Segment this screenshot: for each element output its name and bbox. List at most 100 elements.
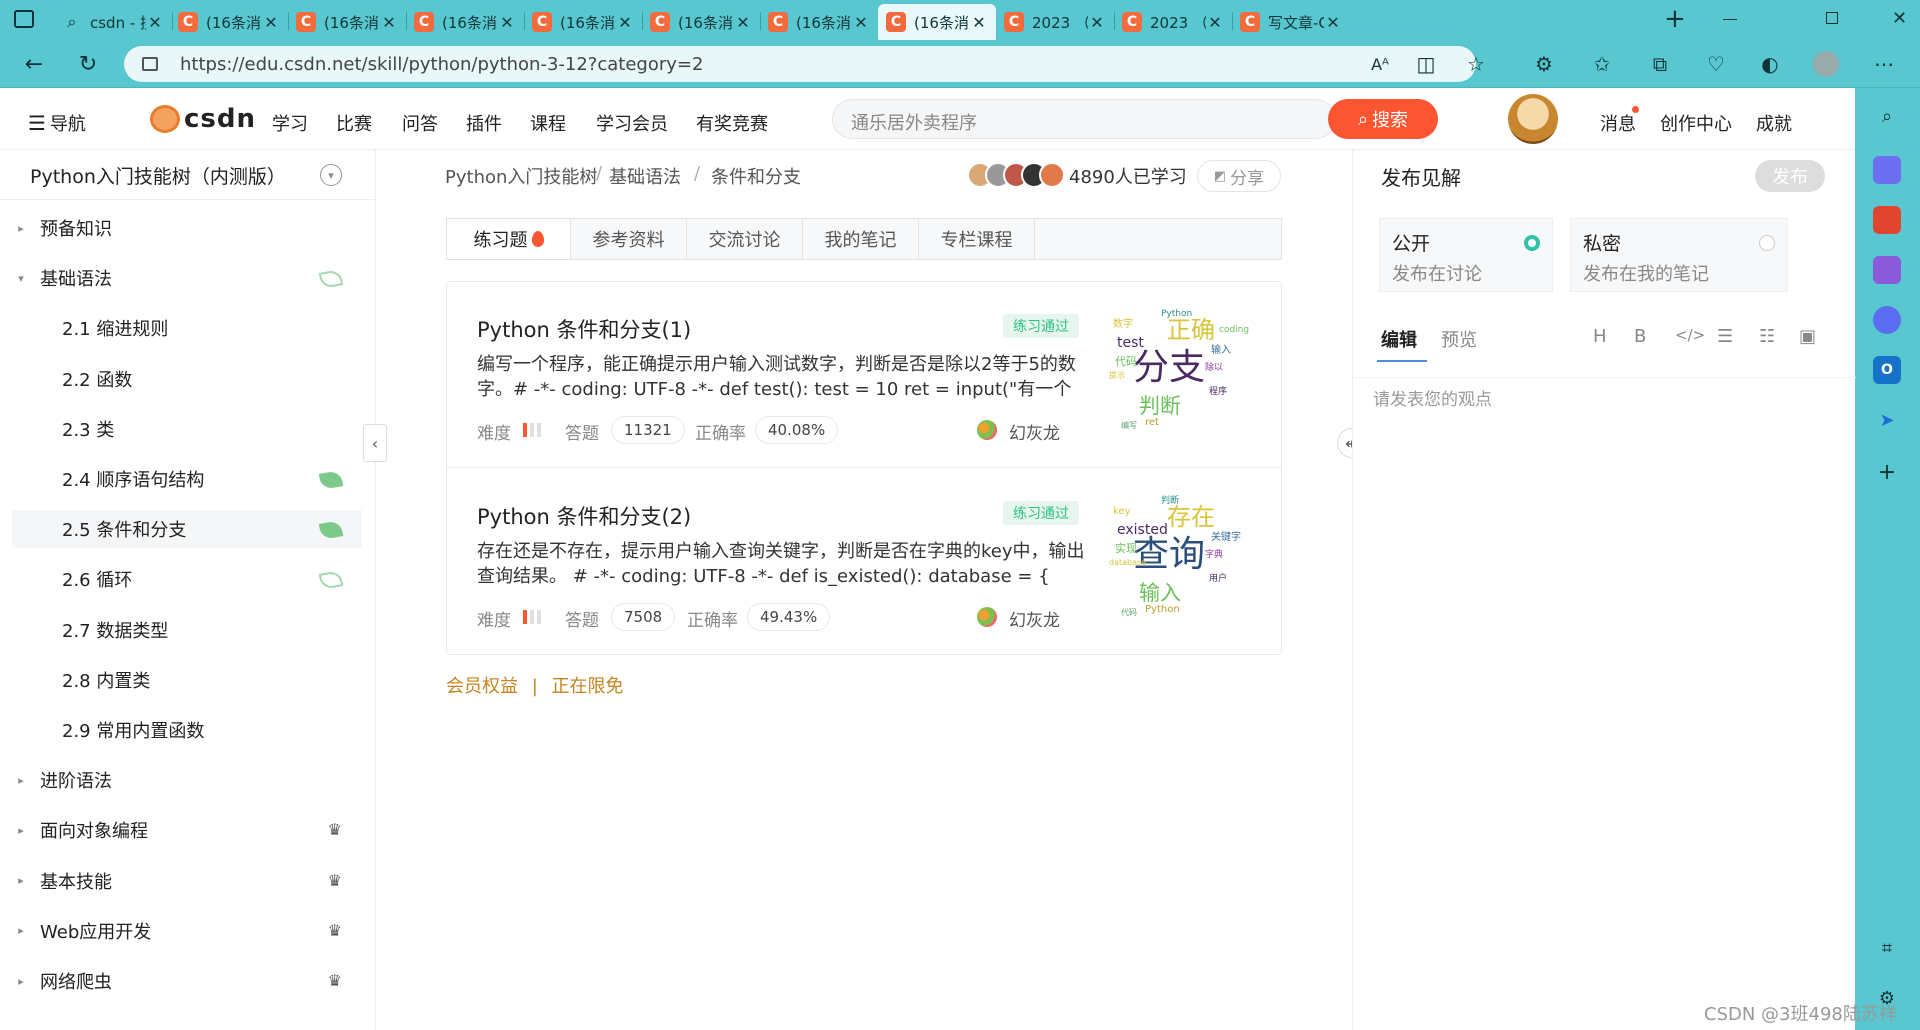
author-name[interactable]: 幻灰龙 bbox=[1009, 606, 1060, 631]
visibility-option[interactable]: 公开 发布在讨论 bbox=[1379, 218, 1553, 292]
refresh-button[interactable]: ↻ bbox=[70, 46, 106, 82]
browser-tab[interactable]: C 2023 （看✕ bbox=[1114, 4, 1232, 40]
close-icon[interactable]: ✕ bbox=[262, 13, 280, 32]
favorite-star-icon[interactable]: ☆ bbox=[1458, 46, 1494, 82]
browser-tab[interactable]: C (16条消息✕ bbox=[524, 4, 642, 40]
user-link[interactable]: 创作中心 bbox=[1660, 110, 1732, 136]
profile-avatar[interactable] bbox=[1808, 46, 1844, 82]
tree-item[interactable]: ▾ 基础语法 bbox=[12, 259, 362, 297]
browser-tab[interactable]: C (16条消息✕ bbox=[760, 4, 878, 40]
tab-4[interactable]: 专栏课程 bbox=[919, 219, 1035, 259]
browser-tab[interactable]: C (16条消息✕ bbox=[170, 4, 288, 40]
split-screen-icon[interactable]: ◫ bbox=[1408, 46, 1444, 82]
search-icon[interactable]: ⌕ bbox=[1873, 102, 1901, 130]
tree-item[interactable]: 2.8 内置类 bbox=[12, 661, 362, 699]
toolbox-icon[interactable] bbox=[1873, 206, 1901, 234]
tab-actions-icon[interactable] bbox=[14, 10, 34, 28]
chevron-down-icon[interactable]: ▾ bbox=[12, 272, 30, 285]
search-input[interactable]: 通乐居外卖程序 bbox=[832, 99, 1336, 139]
send-icon[interactable]: ➤ bbox=[1873, 406, 1901, 434]
nav-item[interactable]: 插件 bbox=[466, 110, 502, 136]
back-button[interactable]: ← bbox=[16, 46, 52, 82]
chevron-right-icon[interactable]: ▸ bbox=[12, 774, 30, 787]
user-link[interactable]: 消息 bbox=[1600, 110, 1636, 136]
close-window-button[interactable]: ✕ bbox=[1892, 8, 1907, 29]
tree-item[interactable]: ▸ 面向对象编程 ♛ bbox=[12, 811, 362, 849]
outlook-icon[interactable]: O bbox=[1873, 356, 1901, 384]
chevron-down-icon[interactable]: ▾ bbox=[320, 164, 342, 186]
share-button[interactable]: ◩ 分享 bbox=[1197, 160, 1281, 192]
nav-item[interactable]: 有奖竞赛 bbox=[696, 110, 768, 136]
user-avatar[interactable] bbox=[1508, 94, 1558, 144]
visibility-option[interactable]: 私密 发布在我的笔记 bbox=[1570, 218, 1788, 292]
tab-1[interactable]: 参考资料 bbox=[571, 219, 687, 259]
browser-tab[interactable]: ⌕ csdn - 搜✕ bbox=[54, 4, 172, 40]
close-icon[interactable]: ✕ bbox=[146, 13, 164, 32]
read-aloud-icon[interactable]: Aᴬ bbox=[1362, 46, 1398, 82]
browser-tab[interactable]: C (16条消息✕ bbox=[878, 4, 996, 40]
nav-item[interactable]: 比赛 bbox=[336, 110, 372, 136]
address-bar[interactable]: https://edu.csdn.net/skill/python/python… bbox=[124, 46, 1476, 82]
tree-item[interactable]: ▸ 基本技能 ♛ bbox=[12, 862, 362, 900]
nav-item[interactable]: 问答 bbox=[402, 110, 438, 136]
tree-item[interactable]: 2.5 条件和分支 bbox=[12, 510, 362, 549]
breadcrumb-item[interactable]: 基础语法 bbox=[609, 163, 681, 189]
exercise-card[interactable]: Python 条件和分支(2) 练习通过 存在还是不存在，提示用户输入查询关键字，判… bbox=[447, 469, 1281, 655]
browser-tab[interactable]: C (16条消息✕ bbox=[406, 4, 524, 40]
close-icon[interactable]: ✕ bbox=[1324, 13, 1342, 32]
code-icon[interactable]: </> bbox=[1675, 326, 1705, 344]
radio-button[interactable] bbox=[1524, 235, 1540, 251]
close-icon[interactable]: ✕ bbox=[380, 13, 398, 32]
image-icon[interactable]: ▣ bbox=[1799, 326, 1816, 347]
collapse-left-button[interactable]: ‹ bbox=[363, 424, 387, 462]
author-name[interactable]: 幻灰龙 bbox=[1009, 419, 1060, 444]
edge-icon[interactable]: ◐ bbox=[1752, 46, 1788, 82]
user-link[interactable]: 成就 bbox=[1756, 110, 1792, 136]
radio-button[interactable] bbox=[1759, 235, 1775, 251]
tree-item[interactable]: 2.1 缩进规则 bbox=[12, 309, 362, 347]
close-icon[interactable]: ✕ bbox=[734, 13, 752, 32]
tab-0[interactable]: 练习题 bbox=[447, 219, 571, 259]
tree-item[interactable]: 2.9 常用内置函数 bbox=[12, 711, 362, 749]
browser-tab[interactable]: C (16条消息✕ bbox=[642, 4, 760, 40]
tag-icon[interactable] bbox=[1873, 156, 1901, 184]
tree-item[interactable]: 2.3 类 bbox=[12, 410, 362, 448]
restore-button[interactable] bbox=[1826, 12, 1838, 24]
copilot-icon[interactable] bbox=[1873, 306, 1901, 334]
nav-item[interactable]: 学习 bbox=[272, 110, 308, 136]
tree-item[interactable]: ▸ 预备知识 bbox=[12, 209, 362, 247]
performance-icon[interactable]: ♡ bbox=[1698, 46, 1734, 82]
chevron-right-icon[interactable]: ▸ bbox=[12, 824, 30, 837]
heading-icon[interactable]: H bbox=[1593, 326, 1607, 347]
breadcrumb-item[interactable]: Python入门技能树 bbox=[445, 163, 597, 189]
minimize-button[interactable] bbox=[1723, 19, 1737, 20]
tree-item[interactable]: 2.4 顺序语句结构 bbox=[12, 460, 362, 498]
screenshot-icon[interactable]: ⌗ bbox=[1873, 934, 1901, 962]
card-title[interactable]: Python 条件和分支(2) bbox=[477, 501, 691, 531]
nav-item[interactable]: 学习会员 bbox=[596, 110, 668, 136]
tree-item[interactable]: 2.6 循环 bbox=[12, 560, 362, 598]
close-icon[interactable]: ✕ bbox=[970, 13, 988, 32]
tree-item[interactable]: ▸ 网络爬虫 ♛ bbox=[12, 962, 362, 1000]
publish-button[interactable]: 发布 bbox=[1755, 160, 1825, 192]
chess-icon[interactable] bbox=[1873, 256, 1901, 284]
tab-edit[interactable]: 编辑 bbox=[1381, 326, 1417, 352]
browser-tab[interactable]: C (16条消息✕ bbox=[288, 4, 406, 40]
chevron-right-icon[interactable]: ▸ bbox=[12, 975, 30, 988]
tree-item[interactable]: 2.7 数据类型 bbox=[12, 611, 362, 649]
promo-right[interactable]: 正在限免 bbox=[552, 676, 624, 697]
comment-placeholder[interactable]: 请发表您的观点 bbox=[1373, 385, 1492, 410]
tree-item[interactable]: 2.2 函数 bbox=[12, 360, 362, 398]
collections-icon[interactable]: ⧉ bbox=[1642, 46, 1678, 82]
card-title[interactable]: Python 条件和分支(1) bbox=[477, 314, 691, 344]
close-icon[interactable]: ✕ bbox=[852, 13, 870, 32]
search-button[interactable]: ⌕ 搜索 bbox=[1328, 99, 1438, 139]
more-menu-icon[interactable]: ⋯ bbox=[1866, 46, 1902, 82]
nav-menu-button[interactable]: ☰ 导航 bbox=[28, 110, 86, 136]
add-icon[interactable]: + bbox=[1873, 458, 1901, 486]
close-icon[interactable]: ✕ bbox=[616, 13, 634, 32]
close-icon[interactable]: ✕ bbox=[498, 13, 516, 32]
close-icon[interactable]: ✕ bbox=[1088, 13, 1106, 32]
browser-tab[interactable]: C 2023 （看✕ bbox=[996, 4, 1114, 40]
csdn-logo[interactable]: CSDN bbox=[150, 104, 256, 134]
